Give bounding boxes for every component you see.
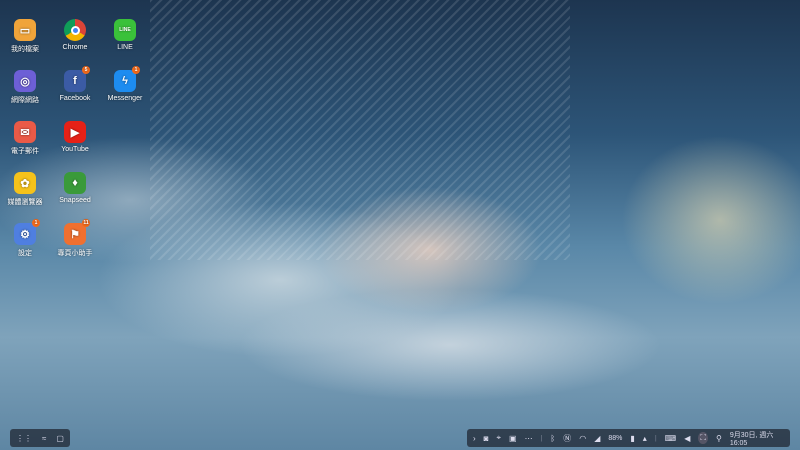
taskbar-left: ⋮⋮ ≈ ▢: [10, 429, 70, 447]
folder-icon: ▭: [14, 19, 36, 41]
app-folder[interactable]: ▭ 我的檔案: [0, 19, 50, 54]
chevron-up-icon[interactable]: ▴: [643, 434, 647, 443]
chrome-icon: [64, 19, 86, 41]
system-tray: › ◙ ⌖ ▣ ⋯ | ᛒ Ⓝ ◠ ◢ 88% ▮ ▴ | ⌨ ◀ ⛶ ⚲ 9月…: [467, 429, 790, 447]
notification-badge: 11: [82, 219, 90, 227]
notification-badge: 1: [132, 66, 140, 74]
app-label: 電子郵件: [11, 148, 39, 155]
app-snapseed[interactable]: ♦ Snapseed: [50, 172, 100, 204]
app-label: 媒體瀏覽器: [7, 199, 43, 206]
home-square-icon[interactable]: ▢: [56, 434, 64, 443]
signal-icon: ◢: [594, 433, 601, 443]
keyboard-icon[interactable]: ⌨: [665, 434, 677, 443]
app-gallery[interactable]: ✿ 媒體瀏覽器: [0, 172, 50, 207]
camera-notification-icon[interactable]: ◙: [484, 434, 489, 443]
app-youtube[interactable]: ▶ YouTube: [50, 121, 100, 153]
notification-badge: 5: [82, 66, 90, 74]
internet-icon: ◎: [14, 70, 36, 92]
app-facebook[interactable]: f 5 Facebook: [50, 66, 100, 102]
snapseed-icon: ♦: [64, 172, 86, 194]
app-label: 專頁小助手: [57, 250, 93, 257]
messenger-icon: ϟ1: [114, 66, 140, 92]
chevron-right-icon[interactable]: ›: [473, 434, 476, 443]
recent-apps-icon[interactable]: ≈: [42, 434, 46, 443]
battery-level: 88%: [608, 434, 623, 442]
line-icon: LINE: [114, 19, 136, 41]
pages-manager-icon: ⚑ 11: [64, 219, 90, 245]
app-label: LINE: [117, 44, 133, 51]
app-internet[interactable]: ◎ 網際網路: [0, 70, 50, 105]
clock[interactable]: 9月30日, 週六 16:05: [730, 430, 784, 447]
app-label: Chrome: [62, 44, 88, 51]
facebook-icon: f5: [64, 66, 90, 92]
screen-capture-icon[interactable]: ⛶: [698, 432, 708, 444]
battery-icon: ▮: [630, 433, 635, 443]
bluetooth-icon: ᛒ: [550, 433, 556, 443]
nfc-icon: Ⓝ: [563, 433, 572, 443]
gear-icon: ⚙ 1: [14, 219, 40, 245]
volume-icon[interactable]: ◀: [684, 434, 690, 443]
notification-icon[interactable]: ⌖: [497, 433, 502, 443]
app-label: Messenger: [107, 95, 143, 102]
app-email[interactable]: ✉ 電子郵件: [0, 121, 50, 156]
wallpaper-stripes: [150, 0, 570, 260]
more-icon[interactable]: ⋯: [525, 434, 533, 443]
app-label: Snapseed: [59, 197, 91, 204]
youtube-icon: ▶: [64, 121, 86, 143]
wifi-icon: ◠: [579, 433, 587, 443]
app-line[interactable]: LINE LINE: [100, 19, 150, 51]
app-messenger[interactable]: ϟ 1 Messenger: [100, 66, 150, 102]
email-icon: ✉: [14, 121, 36, 143]
app-pages-manager[interactable]: ⚑ 11 專頁小助手: [50, 219, 100, 258]
app-label: Facebook: [59, 95, 91, 102]
apps-grid-icon[interactable]: ⋮⋮: [16, 434, 32, 443]
notification-badge: 1: [32, 219, 40, 227]
app-label: 網際網路: [11, 97, 39, 104]
image-notification-icon[interactable]: ▣: [509, 434, 517, 443]
app-label: 設定: [18, 250, 32, 257]
app-label: YouTube: [61, 146, 89, 153]
app-label: 我的檔案: [11, 46, 39, 53]
search-icon[interactable]: ⚲: [716, 434, 722, 443]
app-gear[interactable]: ⚙ 1 設定: [0, 219, 50, 258]
gallery-icon: ✿: [14, 172, 36, 194]
app-chrome[interactable]: Chrome: [50, 19, 100, 51]
